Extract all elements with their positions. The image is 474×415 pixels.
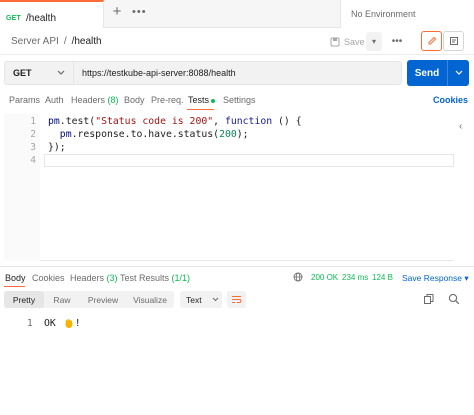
code-line: }); xyxy=(48,142,66,153)
status-code[interactable]: 200 OK xyxy=(311,273,338,282)
request-tab-strip: GET /health + ••• No Environment xyxy=(0,0,474,28)
edit-pencil-icon[interactable] xyxy=(421,31,442,51)
response-body-text: OK ! xyxy=(44,318,81,329)
postman-window: GET /health + ••• No Environment Server … xyxy=(0,0,474,415)
code-token: .test( xyxy=(59,116,96,127)
response-tab-body[interactable]: Body xyxy=(5,273,26,283)
wrap-lines-icon[interactable] xyxy=(227,291,246,308)
response-size[interactable]: 124 B xyxy=(372,273,393,282)
line-number: 2 xyxy=(30,129,36,140)
request-more-icon[interactable]: ••• xyxy=(390,32,404,51)
response-time[interactable]: 234 ms xyxy=(342,273,368,282)
tab-title: /health xyxy=(26,12,57,24)
new-tab-plus-icon[interactable]: + xyxy=(110,4,124,20)
format-tab-pretty[interactable]: Pretty xyxy=(4,291,44,308)
request-tab-health[interactable]: GET /health xyxy=(0,0,104,28)
test-results-label: Test Results xyxy=(120,273,170,283)
copy-icon[interactable] xyxy=(423,293,435,305)
method-value: GET xyxy=(13,68,32,78)
code-line: pm.response.to.have.status(200); xyxy=(48,129,249,140)
response-line-number: 1 xyxy=(27,318,33,329)
test-script-editor[interactable]: 1 2 3 4 pm.test("Status code is 200", fu… xyxy=(4,114,454,261)
tests-indicator-dot-icon xyxy=(211,98,216,103)
chevron-down-icon xyxy=(57,70,65,75)
chevron-left-icon[interactable]: ‹ xyxy=(459,121,462,132)
tab-auth[interactable]: Auth xyxy=(45,95,64,105)
save-response-label: Save Response xyxy=(402,273,463,283)
code-token: }); xyxy=(48,142,66,153)
response-active-tab-underline xyxy=(4,286,25,287)
line-number: 4 xyxy=(30,155,36,166)
waving-hand-icon xyxy=(65,319,73,329)
chevron-down-icon xyxy=(212,297,218,302)
code-token: "Status code is 200" xyxy=(95,116,214,127)
code-line: pm.test("Status code is 200", function (… xyxy=(48,116,302,127)
code-token: function xyxy=(224,116,273,127)
save-options-chevron-icon[interactable]: ▾ xyxy=(366,32,382,51)
tab-tests-label: Tests xyxy=(188,95,210,105)
documentation-icon[interactable] xyxy=(443,31,464,51)
code-token: pm xyxy=(48,116,60,127)
tab-prereq[interactable]: Pre-req. xyxy=(151,95,184,105)
environment-selector[interactable]: No Environment xyxy=(340,0,474,28)
save-response-button[interactable]: Save Response ▾ xyxy=(402,273,469,284)
response-text-end: ! xyxy=(74,318,81,329)
save-icon xyxy=(330,37,340,46)
breadcrumb-separator: / xyxy=(63,36,67,47)
url-input[interactable]: https://testkube-api-server:8088/health xyxy=(74,61,402,85)
breadcrumb-request[interactable]: /health xyxy=(72,36,102,47)
tab-params[interactable]: Params xyxy=(9,95,40,105)
breadcrumb-bar: Server API / /health Save ▾ ••• xyxy=(0,28,474,55)
active-line-highlight xyxy=(44,154,454,167)
format-tab-visualize[interactable]: Visualize xyxy=(126,291,174,308)
search-icon[interactable] xyxy=(448,293,460,305)
cookies-link[interactable]: Cookies xyxy=(433,95,468,105)
breadcrumb: Server API / /health xyxy=(11,36,102,47)
tab-settings[interactable]: Settings xyxy=(223,95,256,105)
code-token: .response.to.have.status( xyxy=(71,129,220,140)
chevron-down-icon: ▾ xyxy=(464,273,469,283)
method-select[interactable]: GET xyxy=(4,61,74,85)
response-tab-cookies[interactable]: Cookies xyxy=(32,273,65,283)
response-tabs: Body Cookies Headers (3) Test Results (1… xyxy=(0,266,474,287)
tab-tests[interactable]: Tests xyxy=(188,95,216,105)
save-label: Save xyxy=(344,36,365,47)
language-select-value: Text xyxy=(186,294,202,305)
send-options-chevron-icon[interactable] xyxy=(447,60,469,86)
send-button-group: Send xyxy=(407,60,469,86)
request-tabs: Params Auth Headers (8) Body Pre-req. Te… xyxy=(0,90,474,110)
format-tab-raw[interactable]: Raw xyxy=(44,291,80,308)
tab-more-icon[interactable]: ••• xyxy=(132,5,146,19)
language-select[interactable]: Text xyxy=(180,291,222,308)
tab-headers[interactable]: Headers (8) xyxy=(71,95,119,105)
code-token: 200 xyxy=(219,129,237,140)
response-headers-count: (3) xyxy=(106,273,118,283)
test-results-count: (1/1) xyxy=(171,273,191,283)
response-tab-test-results[interactable]: Test Results (1/1) xyxy=(120,273,190,283)
code-token: , xyxy=(213,116,225,127)
response-headers-label: Headers xyxy=(70,273,105,283)
line-number: 3 xyxy=(30,142,36,153)
line-number: 1 xyxy=(30,116,36,127)
format-tab-preview[interactable]: Preview xyxy=(80,291,126,308)
breadcrumb-collection[interactable]: Server API xyxy=(11,36,59,47)
code-token: pm xyxy=(48,129,72,140)
tab-headers-label: Headers xyxy=(71,95,106,105)
active-tab-underline xyxy=(187,109,214,110)
format-tabs: Pretty Raw Preview Visualize xyxy=(4,291,174,308)
response-tab-headers[interactable]: Headers (3) xyxy=(70,273,118,283)
url-value: https://testkube-api-server:8088/health xyxy=(82,68,236,78)
environment-label: No Environment xyxy=(351,9,416,19)
code-token: () { xyxy=(272,116,302,127)
globe-icon[interactable] xyxy=(293,272,303,282)
save-button[interactable]: Save xyxy=(326,32,366,51)
send-button[interactable]: Send xyxy=(407,68,447,79)
tab-method-tag: GET xyxy=(6,14,21,22)
response-text-start: OK xyxy=(44,318,62,329)
tab-body[interactable]: Body xyxy=(124,95,145,105)
code-token: ); xyxy=(236,129,249,140)
editor-gutter: 1 2 3 4 xyxy=(4,114,40,261)
tab-headers-count: (8) xyxy=(107,95,119,105)
